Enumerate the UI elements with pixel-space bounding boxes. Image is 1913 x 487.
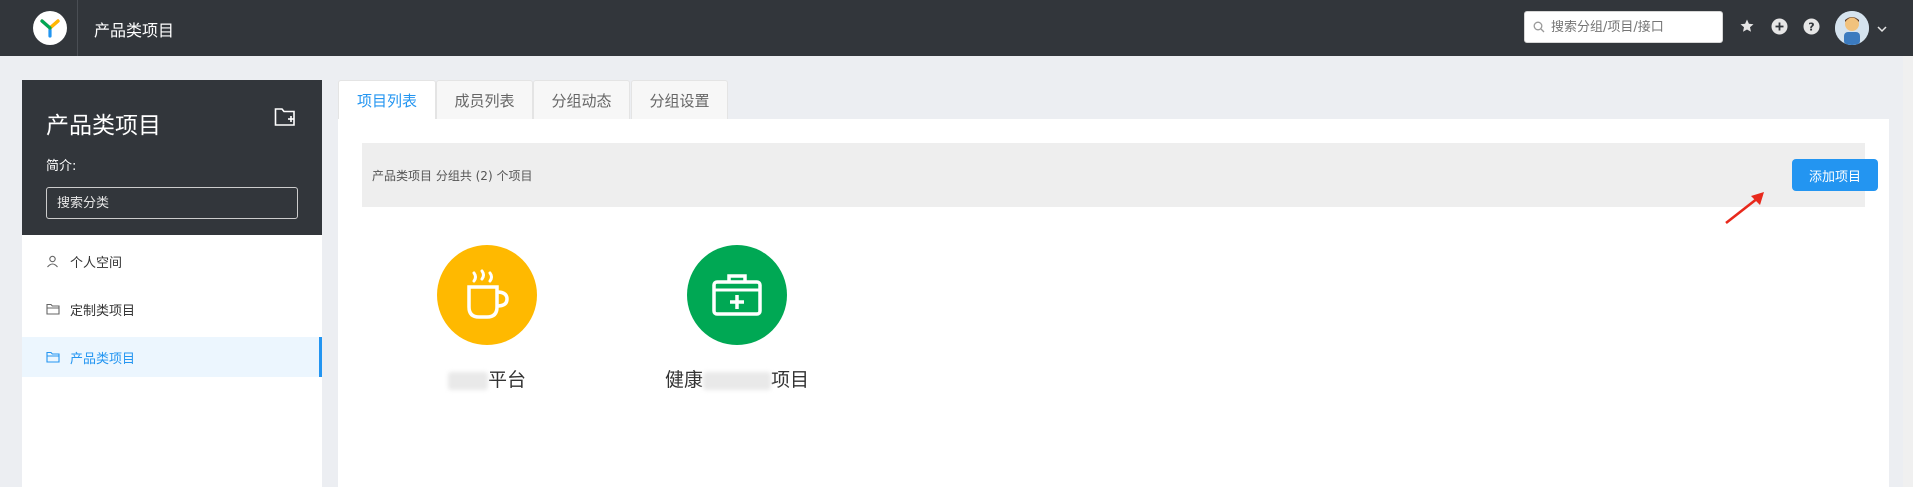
star-icon[interactable]: [1737, 16, 1757, 36]
logo-icon: [32, 11, 67, 45]
chevron-down-icon[interactable]: [1876, 20, 1888, 39]
folder-add-icon[interactable]: [274, 106, 298, 132]
sidebar-item-label: 产品类项目: [70, 351, 136, 367]
global-search[interactable]: [1524, 11, 1723, 43]
logo[interactable]: [22, 0, 78, 56]
help-icon[interactable]: ?: [1801, 16, 1821, 36]
sidebar-item-label: 定制类项目: [70, 303, 136, 319]
plus-circle-icon[interactable]: [1769, 16, 1789, 36]
project-card[interactable]: 平台: [387, 245, 587, 392]
group-list: 个人空间 定制类项目 产品类项目: [22, 235, 322, 487]
folder-icon: [46, 302, 60, 316]
medical-kit-icon: [687, 245, 787, 345]
search-icon: [1533, 21, 1545, 33]
category-search[interactable]: [46, 187, 298, 219]
intro-label: 简介:: [46, 159, 77, 174]
group-header: 产品类项目 简介:: [22, 80, 322, 235]
add-project-button[interactable]: 添加项目: [1792, 159, 1878, 191]
project-count-text: 产品类项目 分组共 (2) 个项目: [372, 169, 533, 183]
sidebar-item-custom-projects[interactable]: 定制类项目: [22, 289, 322, 329]
tab-project-list[interactable]: 项目列表: [338, 80, 436, 120]
global-search-input[interactable]: [1551, 19, 1711, 35]
app-title: 产品类项目: [94, 21, 175, 40]
annotation-arrow-icon: [1720, 186, 1770, 232]
sidebar-item-personal-space[interactable]: 个人空间: [22, 241, 322, 281]
top-bar: 产品类项目 ?: [0, 0, 1913, 56]
tab-member-list[interactable]: 成员列表: [436, 80, 533, 120]
folder-icon: [46, 350, 60, 364]
tab-group-settings[interactable]: 分组设置: [631, 80, 728, 120]
project-name: 平台: [387, 365, 587, 392]
svg-text:?: ?: [1808, 20, 1814, 33]
avatar[interactable]: [1835, 11, 1869, 45]
sidebar-item-label: 个人空间: [70, 255, 123, 271]
tab-group-activity[interactable]: 分组动态: [533, 80, 630, 120]
group-title: 产品类项目: [46, 113, 161, 139]
project-summary-bar: 产品类项目 分组共 (2) 个项目 添加项目: [362, 143, 1878, 207]
category-search-input[interactable]: [57, 195, 287, 211]
project-name: 健康 项目: [664, 369, 810, 391]
sidebar-item-product-projects[interactable]: 产品类项目: [22, 337, 322, 377]
scrollbar[interactable]: [1903, 56, 1913, 487]
coffee-cup-icon: [437, 245, 537, 345]
user-icon: [46, 254, 60, 268]
project-card[interactable]: 健康 项目: [637, 245, 837, 392]
